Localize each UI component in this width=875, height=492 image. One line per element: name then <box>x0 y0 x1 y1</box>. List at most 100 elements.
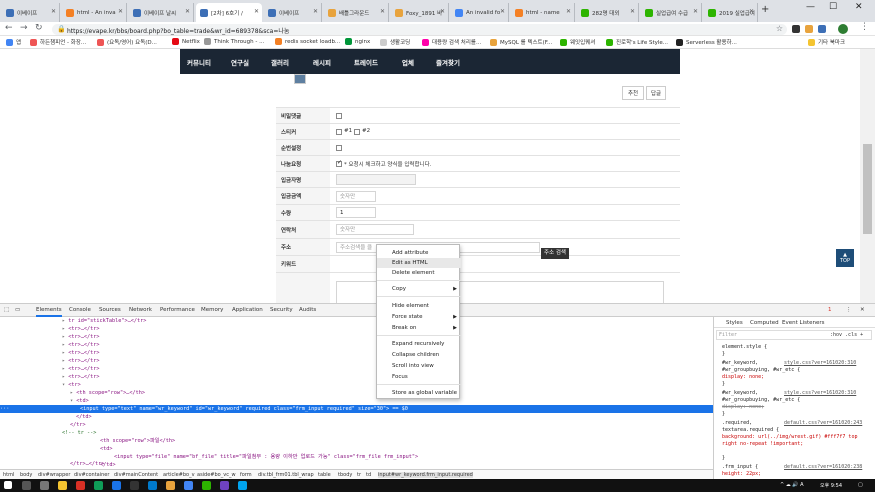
devtools-tab-security[interactable]: Security <box>270 307 293 313</box>
browser-tab-8[interactable]: html - name ✕ <box>511 3 575 22</box>
recommend-button[interactable]: 추천 <box>622 86 644 100</box>
dom-node[interactable]: ▸ <tr>…</tr> <box>62 325 99 333</box>
nav-item-gallery[interactable]: 갤러리 <box>271 57 289 67</box>
breadcrumb-item[interactable]: table <box>318 472 331 478</box>
share-request-checkbox[interactable] <box>336 159 342 167</box>
devtools-menu-icon[interactable]: ⋮ <box>846 307 852 313</box>
sticker-checkbox-2[interactable] <box>354 129 360 135</box>
nav-item-favorites[interactable]: 즐겨찾기 <box>436 57 460 67</box>
devtools-tab-application[interactable]: Application <box>232 307 263 313</box>
devtools-tab-memory[interactable]: Memory <box>201 307 223 313</box>
breadcrumb-item[interactable]: div#wrapper <box>38 472 70 478</box>
menu-item-delete-element[interactable]: Delete element <box>377 268 461 278</box>
browser-tab-6[interactable]: Foxy_1891 바 ✕ <box>391 3 449 22</box>
bookmark-item[interactable]: 진로학's Life Style... <box>606 38 668 46</box>
dom-node[interactable]: ▸ <tr>…</tr> <box>62 365 99 373</box>
styles-filter-flags[interactable]: :hov .cls + <box>830 332 863 338</box>
dom-node[interactable]: ▸ <tr>…</tr> <box>62 341 99 349</box>
vscode-icon[interactable] <box>148 481 157 490</box>
devtools-close-icon[interactable]: ✕ <box>860 307 865 313</box>
app-icon[interactable] <box>112 481 121 490</box>
app-icon[interactable] <box>94 481 103 490</box>
app-icon[interactable] <box>166 481 175 490</box>
system-tray[interactable]: ^ ☁ 🔊 A <box>780 482 804 488</box>
close-tab-icon[interactable]: ✕ <box>185 8 190 15</box>
browser-tab-1[interactable]: html - An inva ✕ <box>62 3 127 22</box>
breadcrumb-item[interactable]: html <box>3 472 14 478</box>
style-source-link[interactable]: style.css?ver=161020:310 <box>784 360 856 367</box>
bookmark-item[interactable]: redis socket loadb... <box>275 38 340 45</box>
breadcrumb-item[interactable]: div.tbl_frm01.tbl_wrap <box>258 472 314 478</box>
menu-item-edit-as-html[interactable]: Edit as HTML <box>377 258 461 268</box>
nav-item-trade[interactable]: 트레이드 <box>354 57 378 67</box>
bookmark-item[interactable]: Think Through - ... <box>204 38 264 45</box>
windows-start-icon[interactable] <box>4 481 12 489</box>
close-tab-icon[interactable]: ✕ <box>693 8 698 15</box>
close-tab-icon[interactable]: ✕ <box>440 8 445 15</box>
browser-tab-9[interactable]: 282명 대외 ✕ <box>577 3 639 22</box>
bookmark-item[interactable]: 생활코딩 <box>380 38 410 46</box>
file-explorer-icon[interactable] <box>58 481 67 490</box>
app-icon[interactable] <box>202 481 211 490</box>
forward-button[interactable]: → <box>20 23 28 33</box>
dom-node[interactable]: ▸ tr id="stickTable">…</tr> <box>62 317 146 325</box>
close-tab-icon[interactable]: ✕ <box>749 8 754 15</box>
dom-node[interactable]: ▸ <tr>…</tr> <box>62 357 99 365</box>
extension-icon[interactable] <box>792 25 800 33</box>
secret-comment-checkbox[interactable] <box>336 113 342 119</box>
styles-tab[interactable]: Styles <box>726 320 743 326</box>
menu-item-focus[interactable]: Focus <box>377 372 461 382</box>
dom-node[interactable]: ▸ <th scope="row">…</th> <box>70 389 145 397</box>
dom-node[interactable]: ▸ <tr>…</tr> <box>62 373 99 381</box>
breadcrumb-item[interactable]: div#container <box>74 472 109 478</box>
dom-node[interactable]: <input type="file" name="bf_file" title=… <box>114 453 418 461</box>
dom-node[interactable]: </tr> <box>70 421 86 429</box>
address-search-button[interactable]: 주소 검색 <box>541 248 569 259</box>
back-button[interactable]: ← <box>5 23 13 33</box>
close-tab-icon[interactable]: ✕ <box>630 8 635 15</box>
scroll-top-button[interactable]: ▲ TOP <box>836 249 854 267</box>
browser-tab-7[interactable]: An invalid fo ✕ <box>451 3 509 22</box>
dom-node[interactable]: </tr>…</tr> <box>70 461 104 467</box>
bookmark-item[interactable]: Serverless 활용하... <box>676 38 737 46</box>
app-icon[interactable] <box>130 481 139 490</box>
close-tab-icon[interactable]: ✕ <box>313 8 318 15</box>
error-count-badge[interactable]: 1 <box>828 307 832 313</box>
menu-item-store-global[interactable]: Store as global variable <box>377 388 461 398</box>
page-scrollbar-thumb[interactable] <box>863 144 872 234</box>
address-bar[interactable]: 🔒 https://evape.kr/bbs/board.php?bo_tabl… <box>52 24 787 35</box>
profile-avatar[interactable] <box>838 24 848 34</box>
breadcrumb-item[interactable]: body <box>20 472 32 478</box>
dom-node-selected[interactable]: ··· <input type="text" name="wr_keyword" … <box>0 405 713 413</box>
maximize-button[interactable]: ☐ <box>829 2 837 12</box>
app-icon[interactable] <box>238 481 247 490</box>
menu-kebab-icon[interactable]: ⋮ <box>860 22 869 32</box>
menu-item-force-state[interactable]: Force state ▶ <box>377 312 461 322</box>
bookmark-item[interactable]: 하든챔피언 - 화장... <box>30 38 86 46</box>
task-view-icon[interactable] <box>40 481 49 490</box>
nav-item-lab[interactable]: 연구실 <box>231 57 249 67</box>
nav-item-recipe[interactable]: 레시피 <box>313 57 331 67</box>
breadcrumb-item[interactable]: div#mainContent <box>114 472 158 478</box>
breadcrumb-item[interactable]: aside#bo_vc_w <box>197 472 236 478</box>
bookmark-item[interactable]: 웨잇입퀘셔 <box>560 38 595 46</box>
page-scrollbar[interactable] <box>860 49 875 303</box>
breadcrumb-item[interactable]: td <box>366 472 371 478</box>
bookmark-item[interactable]: 앱 <box>6 38 21 46</box>
contact-input[interactable]: 숫자만 <box>336 224 414 235</box>
sticker-checkbox-1[interactable] <box>336 129 342 135</box>
browser-tab-11[interactable]: 2019 실업급여 ✕ <box>704 3 758 22</box>
event-listeners-tab[interactable]: Event Listeners <box>782 320 825 326</box>
dom-node[interactable]: ▾ <td> <box>70 397 89 405</box>
devtools-tab-sources[interactable]: Sources <box>99 307 121 313</box>
dom-node[interactable]: ▸ <tr>…</tr> <box>62 349 99 357</box>
browser-tab-5[interactable]: 배틀그라운드 ✕ <box>324 3 389 22</box>
close-tab-icon[interactable]: ✕ <box>500 8 505 15</box>
devtools-tab-console[interactable]: Console <box>69 307 91 313</box>
nav-item-company[interactable]: 업체 <box>402 57 414 67</box>
browser-tab-3[interactable]: [2차] 6호기 / ✕ <box>196 3 262 22</box>
breadcrumb-item[interactable]: tr <box>357 472 361 478</box>
style-source-link[interactable]: default.css?ver=161020:238 <box>784 464 862 471</box>
computed-tab[interactable]: Computed <box>750 320 779 326</box>
browser-tab-2[interactable]: 이베이프 날씨 ✕ <box>129 3 194 22</box>
